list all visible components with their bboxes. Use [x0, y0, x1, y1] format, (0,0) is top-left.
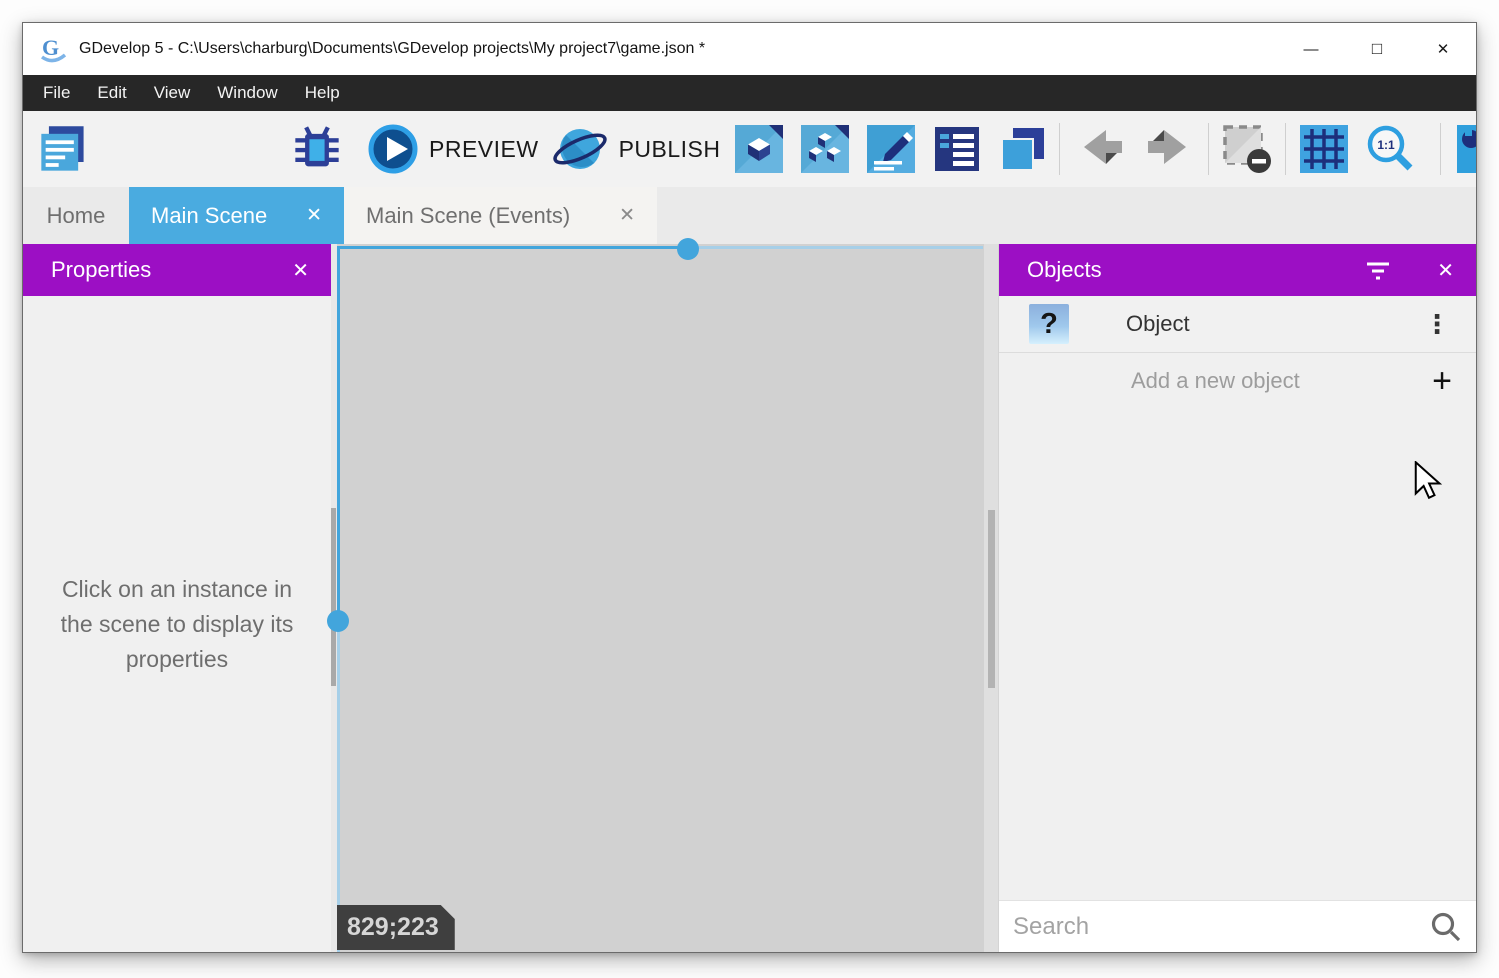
redo-button[interactable]: [1144, 128, 1194, 170]
objects-panel-empty-space: [999, 409, 1476, 900]
objects-panel-title: Objects: [1027, 257, 1102, 283]
toolbar-separator: [1285, 123, 1286, 175]
preview-button[interactable]: PREVIEW: [367, 123, 539, 175]
gdevelop-logo: G: [37, 33, 71, 65]
canvas-right-gutter: [984, 244, 998, 952]
objects-list-button[interactable]: [801, 125, 849, 173]
events-sheet-button[interactable]: [867, 125, 915, 173]
toolbar-separator: [1208, 123, 1209, 175]
add-object-row[interactable]: Add a new object +: [999, 353, 1476, 409]
redo-icon: [1144, 128, 1194, 170]
object-menu-icon[interactable]: ⋮: [1424, 309, 1450, 340]
object-unknown-icon: ?: [1029, 304, 1069, 344]
plus-icon: +: [1432, 364, 1452, 398]
project-manager-icon: [37, 123, 89, 175]
tab-close-icon[interactable]: ✕: [306, 204, 322, 227]
debug-button[interactable]: [291, 123, 343, 175]
search-icon[interactable]: [1430, 911, 1462, 943]
menu-file[interactable]: File: [43, 83, 70, 103]
menu-help[interactable]: Help: [305, 83, 340, 103]
scene-canvas[interactable]: 829;223: [331, 244, 998, 952]
preview-label: PREVIEW: [429, 136, 539, 163]
cursor-coordinates-badge: 829;223: [337, 905, 455, 950]
scene-window-top-edge-light: [688, 246, 983, 249]
object-name: Object: [1126, 311, 1424, 337]
filter-icon[interactable]: [1365, 260, 1391, 280]
tab-main-scene-events-label: Main Scene (Events): [366, 203, 570, 229]
tabbar: Home Main Scene ✕ Main Scene (Events) ✕: [23, 187, 1476, 244]
project-manager-button[interactable]: [37, 123, 89, 175]
events-sheet-icon: [867, 125, 915, 173]
titlebar: G GDevelop 5 - C:\Users\charburg\Documen…: [23, 23, 1476, 75]
objects-search-bar: [999, 900, 1476, 952]
zoom-1-1-icon: 1:1: [1366, 124, 1416, 174]
tab-home-label: Home: [47, 203, 106, 229]
toolbar-separator: [1440, 123, 1441, 175]
canvas-right-scrollbar[interactable]: [988, 510, 995, 688]
zoom-button[interactable]: 1:1: [1366, 124, 1416, 174]
edit-scene-icon: [735, 125, 783, 173]
objects-close-icon[interactable]: ✕: [1437, 258, 1454, 283]
debug-icon: [291, 123, 343, 175]
properties-empty-message: Click on an instance in the scene to dis…: [46, 572, 308, 677]
add-object-label: Add a new object: [1131, 368, 1432, 394]
main-content: Properties ✕ Click on an instance in the…: [23, 244, 1476, 952]
scene-window-left-edge: [337, 246, 340, 621]
resize-handle-left[interactable]: [327, 610, 349, 632]
search-input[interactable]: [1013, 913, 1430, 941]
menu-window[interactable]: Window: [217, 83, 277, 103]
window-title: GDevelop 5 - C:\Users\charburg\Documents…: [79, 40, 705, 58]
layers-button[interactable]: [999, 125, 1047, 173]
tab-main-scene[interactable]: Main Scene ✕: [129, 187, 344, 244]
publish-globe-icon: [551, 122, 609, 176]
scene-window-left-edge-light: [337, 621, 340, 952]
scene-window-top-edge: [337, 246, 688, 249]
preview-play-icon: [367, 123, 419, 175]
project-properties-button[interactable]: [933, 125, 981, 173]
undo-button[interactable]: [1076, 128, 1126, 170]
menu-edit[interactable]: Edit: [97, 83, 126, 103]
grid-button[interactable]: [1300, 125, 1348, 173]
menubar: File Edit View Window Help: [23, 75, 1476, 111]
zoom-ratio-label: 1:1: [1377, 138, 1395, 152]
objects-panel: Objects ✕ ? Object ⋮ Add a new object: [998, 244, 1476, 952]
properties-panel: Properties ✕ Click on an instance in the…: [23, 244, 331, 952]
properties-close-icon[interactable]: ✕: [292, 258, 309, 283]
deselect-instances-icon: [1221, 123, 1273, 175]
layers-icon: [999, 125, 1047, 173]
tab-close-icon[interactable]: ✕: [619, 204, 635, 227]
maximize-button[interactable]: □: [1344, 23, 1410, 75]
properties-panel-header: Properties ✕: [23, 244, 331, 296]
properties-panel-body: Click on an instance in the scene to dis…: [23, 296, 331, 952]
scene-settings-icon: [1457, 125, 1477, 173]
tab-home[interactable]: Home: [23, 187, 129, 244]
object-list-item[interactable]: ? Object ⋮: [999, 296, 1476, 353]
close-button[interactable]: ✕: [1410, 23, 1476, 75]
deselect-instances-button[interactable]: [1221, 123, 1273, 175]
gdevelop-window: G GDevelop 5 - C:\Users\charburg\Documen…: [22, 22, 1477, 953]
objects-panel-header: Objects ✕: [999, 244, 1476, 296]
minimize-button[interactable]: —: [1278, 23, 1344, 75]
toolbar-separator: [1059, 123, 1060, 175]
publish-button[interactable]: PUBLISH: [551, 122, 721, 176]
svg-text:G: G: [42, 35, 59, 60]
tab-main-scene-label: Main Scene: [151, 203, 267, 229]
menu-view[interactable]: View: [154, 83, 191, 103]
undo-icon: [1076, 128, 1126, 170]
tab-main-scene-events[interactable]: Main Scene (Events) ✕: [344, 187, 657, 244]
resize-handle-top[interactable]: [677, 238, 699, 260]
grid-icon: [1300, 125, 1348, 173]
scene-settings-button[interactable]: [1457, 125, 1477, 173]
objects-list-icon: [801, 125, 849, 173]
toolbar: PREVIEW PUBLISH: [23, 111, 1476, 187]
canvas-left-scrollbar[interactable]: [331, 508, 336, 686]
screenshot-stage: G GDevelop 5 - C:\Users\charburg\Documen…: [0, 0, 1499, 978]
properties-panel-title: Properties: [51, 257, 151, 283]
project-properties-icon: [933, 125, 981, 173]
edit-scene-button[interactable]: [735, 125, 783, 173]
mouse-cursor: [1412, 461, 1442, 501]
publish-label: PUBLISH: [619, 136, 721, 163]
